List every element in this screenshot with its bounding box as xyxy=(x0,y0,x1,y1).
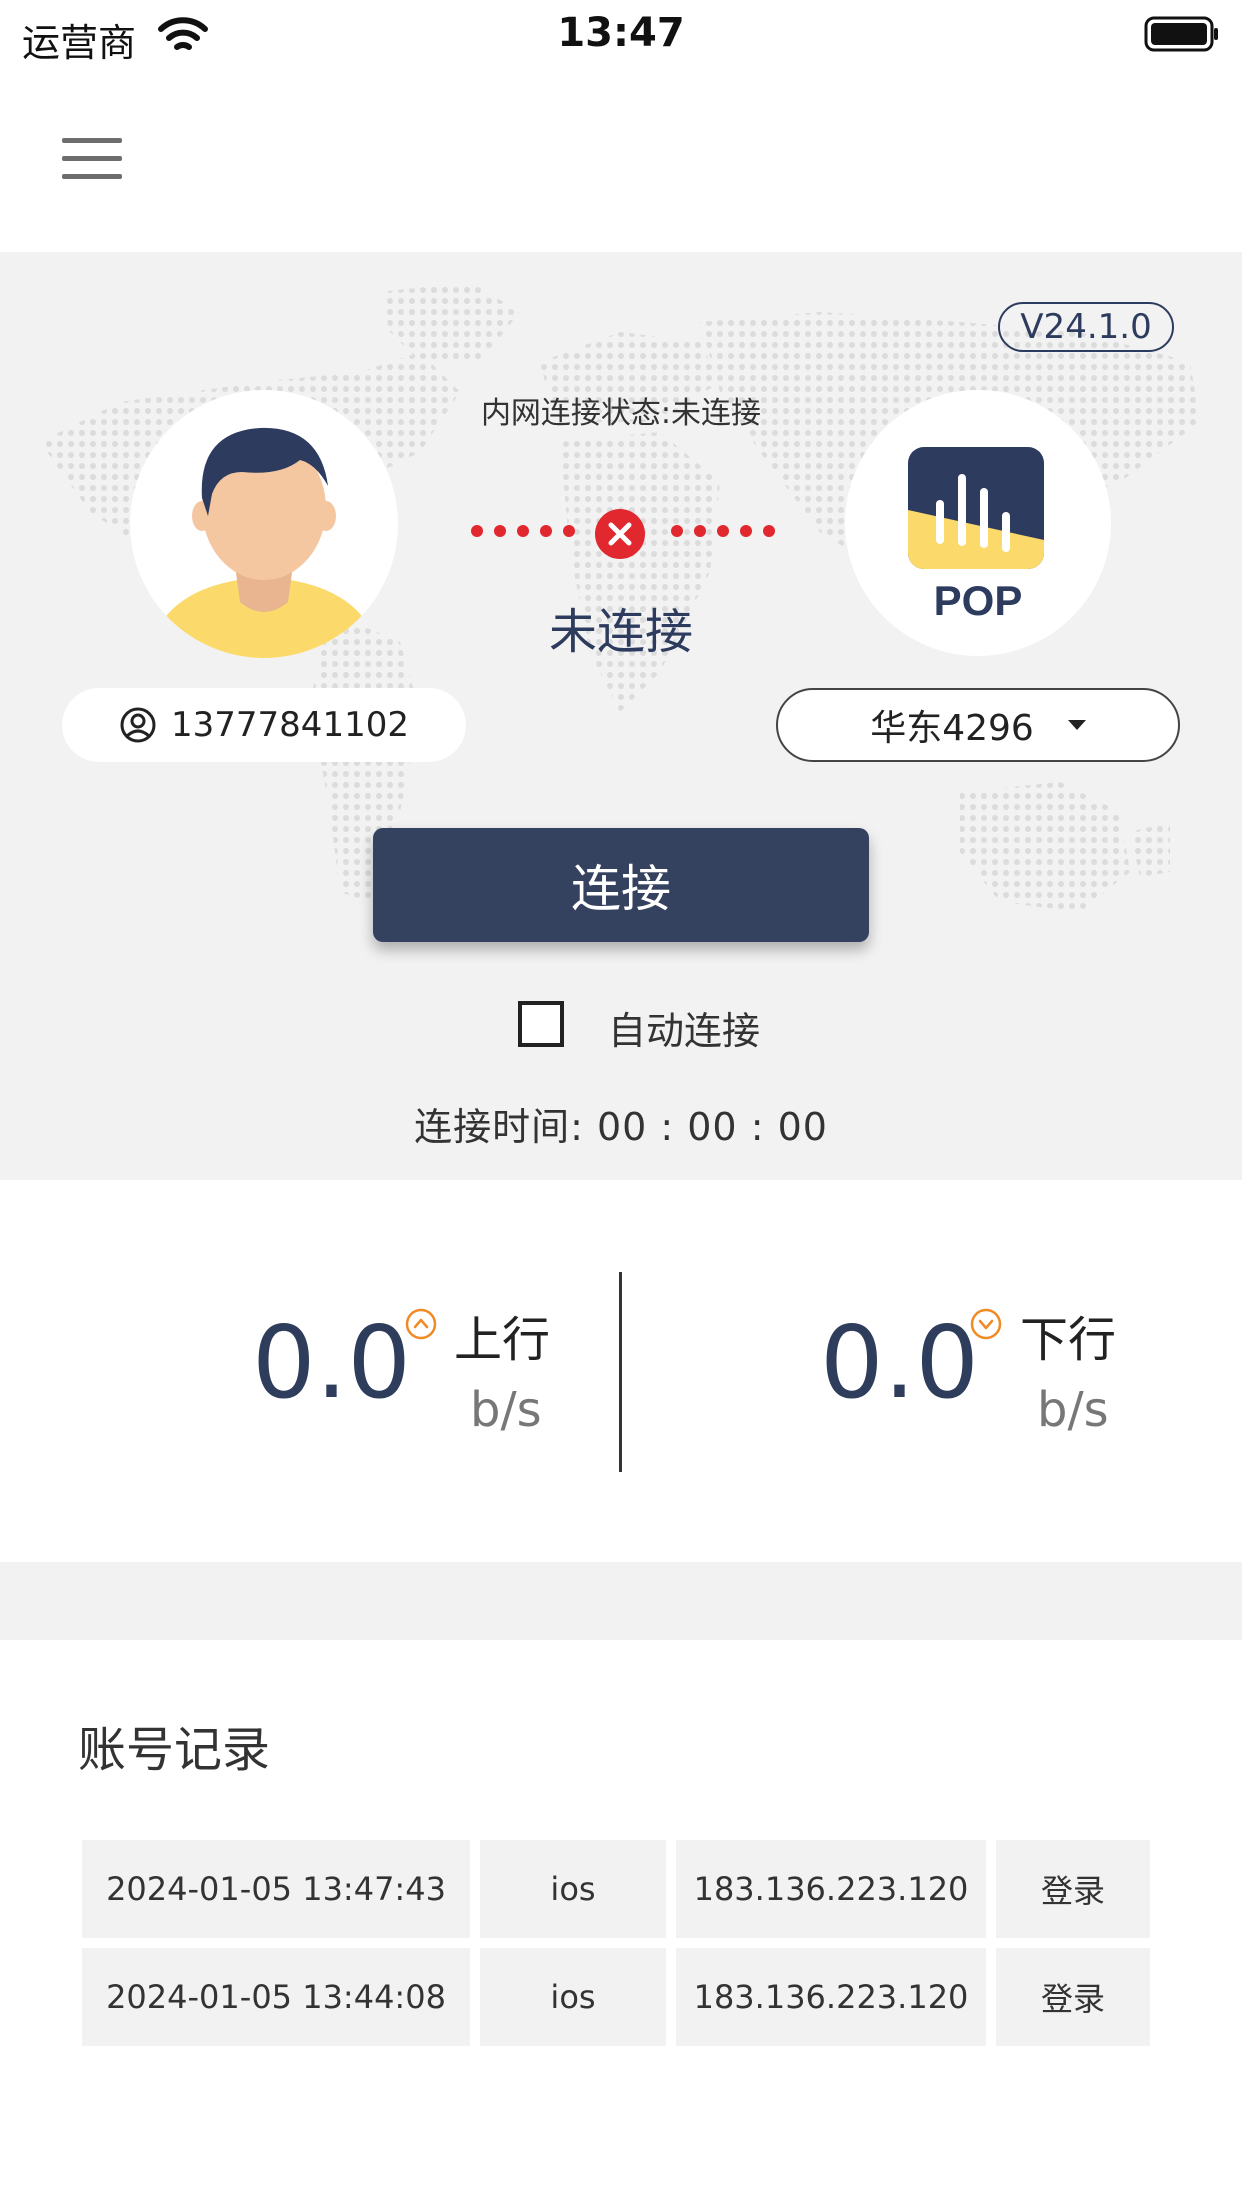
record-ip-cell: 183.136.223.120 xyxy=(676,1948,986,2046)
connection-dots-right xyxy=(671,525,775,537)
record-platform-cell: ios xyxy=(480,1948,666,2046)
upload-arrow-icon xyxy=(405,1308,437,1340)
record-action-cell: 登录 xyxy=(996,1840,1150,1938)
chevron-down-icon xyxy=(1067,720,1086,730)
record-time-cell: 2024-01-05 13:44:08 xyxy=(82,1948,470,2046)
download-speed-value: 0.0 xyxy=(820,1304,980,1421)
auto-connect-label: 自动连接 xyxy=(608,1009,761,1053)
connection-dots-left xyxy=(471,525,575,537)
record-ip-cell: 183.136.223.120 xyxy=(676,1840,986,1938)
connection-time: 连接时间: 00 : 00 : 00 xyxy=(414,1105,828,1149)
record-time-cell: 2024-01-05 13:47:43 xyxy=(82,1840,470,1938)
download-arrow-icon xyxy=(970,1308,1002,1340)
upload-unit: b/s xyxy=(470,1382,542,1438)
download-label: 下行 xyxy=(1020,1312,1117,1368)
menu-icon[interactable] xyxy=(62,138,122,180)
status-time: 13:47 xyxy=(557,10,685,56)
section-separator xyxy=(0,1562,1242,1640)
server-name: 华东4296 xyxy=(870,708,1034,749)
pop-logo-icon: POP xyxy=(908,447,1044,624)
connect-button[interactable]: 连接 xyxy=(373,828,869,942)
account-number: 13777841102 xyxy=(171,705,409,745)
user-circle-icon xyxy=(120,707,156,743)
pop-server-logo: POP xyxy=(845,390,1111,656)
pop-logo-label: POP xyxy=(934,577,1023,624)
server-select[interactable]: 华东4296 xyxy=(776,688,1180,762)
account-display: 13777841102 xyxy=(62,688,466,762)
battery-icon xyxy=(1144,16,1218,52)
download-unit: b/s xyxy=(1037,1382,1109,1438)
upload-label: 上行 xyxy=(454,1312,551,1368)
disconnected-icon xyxy=(595,509,645,559)
speed-divider xyxy=(619,1272,622,1472)
upload-speed-value: 0.0 xyxy=(252,1304,412,1421)
record-action-cell: 登录 xyxy=(996,1948,1150,2046)
version-badge: V24.1.0 xyxy=(998,302,1174,352)
record-platform-cell: ios xyxy=(480,1840,666,1938)
auto-connect-checkbox[interactable] xyxy=(518,1001,564,1047)
records-title: 账号记录 xyxy=(78,1722,271,1778)
